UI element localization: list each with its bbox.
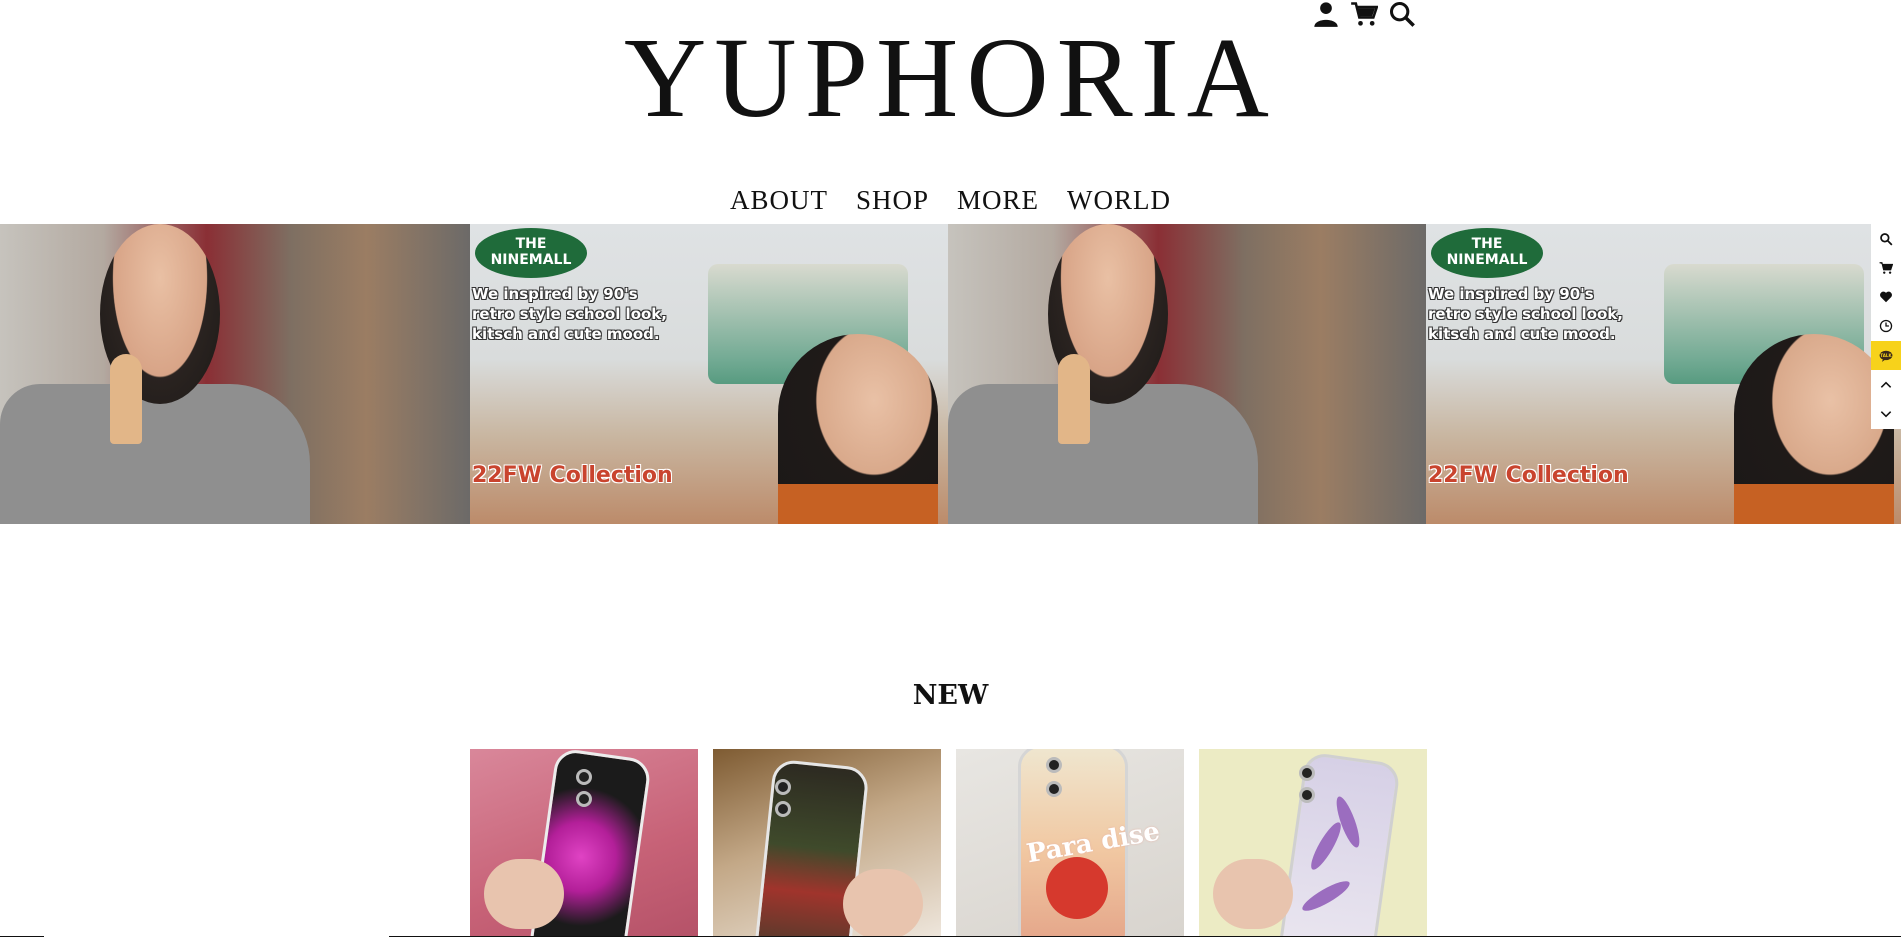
ninemall-badge: THE NINEMALL <box>475 228 587 278</box>
product-card[interactable] <box>470 749 698 937</box>
arrow-up-icon <box>1880 381 1892 388</box>
sidebar-wishlist-button[interactable] <box>1871 283 1901 312</box>
phone-camera <box>775 779 791 795</box>
nav-about[interactable]: ABOUT <box>730 185 828 216</box>
phone-camera <box>1046 781 1062 797</box>
user-icon[interactable] <box>1312 0 1340 28</box>
site-logo[interactable]: YUPHORIA <box>0 18 1901 138</box>
nav-more[interactable]: MORE <box>957 185 1039 216</box>
phone-case-image <box>1276 751 1402 937</box>
hand-image <box>484 859 564 929</box>
kakao-talk-icon: TALK <box>1879 350 1893 362</box>
heart-icon <box>1880 291 1892 303</box>
nav-shop[interactable]: SHOP <box>856 185 929 216</box>
sidebar-cart-button[interactable] <box>1871 253 1901 282</box>
header-icons <box>1312 0 1416 28</box>
phone-camera <box>1046 757 1062 773</box>
banner-tagline: We inspired by 90's retro style school l… <box>1428 285 1623 343</box>
banner-slide-boy <box>948 224 1426 524</box>
quick-sidebar: TALK <box>1871 224 1901 429</box>
banner-tagline: We inspired by 90's retro style school l… <box>472 285 667 343</box>
phone-camera <box>1299 765 1315 781</box>
hand-image <box>1213 859 1293 929</box>
sidebar-scroll-bottom-button[interactable] <box>1871 400 1901 429</box>
clock-icon <box>1879 320 1893 333</box>
search-icon <box>1880 232 1893 246</box>
ninemall-badge: THE NINEMALL <box>1431 228 1543 278</box>
banner-collection: 22FW Collection <box>472 463 673 488</box>
banner-photo-collar <box>1734 484 1894 524</box>
banner-slide-boy <box>0 224 470 524</box>
banner-photo-shirt <box>948 384 1258 524</box>
sticker-image <box>1046 857 1108 919</box>
banner-collection: 22FW Collection <box>1428 463 1629 488</box>
banner-slide-girl: THE NINEMALL We inspired by 90's retro s… <box>1426 224 1901 524</box>
search-icon[interactable] <box>1388 0 1416 28</box>
phone-camera <box>1299 787 1315 803</box>
sidebar-kakao-talk-button[interactable]: TALK <box>1871 341 1901 371</box>
phone-camera <box>576 791 592 807</box>
product-card[interactable] <box>1199 749 1427 937</box>
new-products-grid: Para dise <box>470 749 1427 937</box>
cart-icon <box>1879 262 1893 274</box>
ice-cream-cone <box>1058 354 1090 444</box>
cart-icon[interactable] <box>1350 0 1378 28</box>
banner-photo-collar <box>778 484 938 524</box>
product-card[interactable] <box>713 749 941 937</box>
sidebar-scroll-top-button[interactable] <box>1871 370 1901 399</box>
ice-cream-cone <box>110 354 142 444</box>
banner-photo-shirt <box>0 384 310 524</box>
sidebar-search-button[interactable] <box>1871 224 1901 253</box>
arrow-down-icon <box>1880 411 1892 418</box>
sidebar-recent-button[interactable] <box>1871 312 1901 341</box>
hero-banner[interactable]: THE NINEMALL We inspired by 90's retro s… <box>0 224 1901 524</box>
phone-camera <box>775 801 791 817</box>
main-nav: ABOUT SHOP MORE WORLD <box>0 185 1901 216</box>
product-card[interactable]: Para dise <box>956 749 1184 937</box>
banner-slide-girl: THE NINEMALL We inspired by 90's retro s… <box>470 224 948 524</box>
phone-camera <box>576 769 592 785</box>
nav-world[interactable]: WORLD <box>1067 185 1171 216</box>
hand-image <box>843 869 923 937</box>
kakao-talk-label: TALK <box>1880 353 1892 358</box>
new-section-title: NEW <box>912 680 989 711</box>
